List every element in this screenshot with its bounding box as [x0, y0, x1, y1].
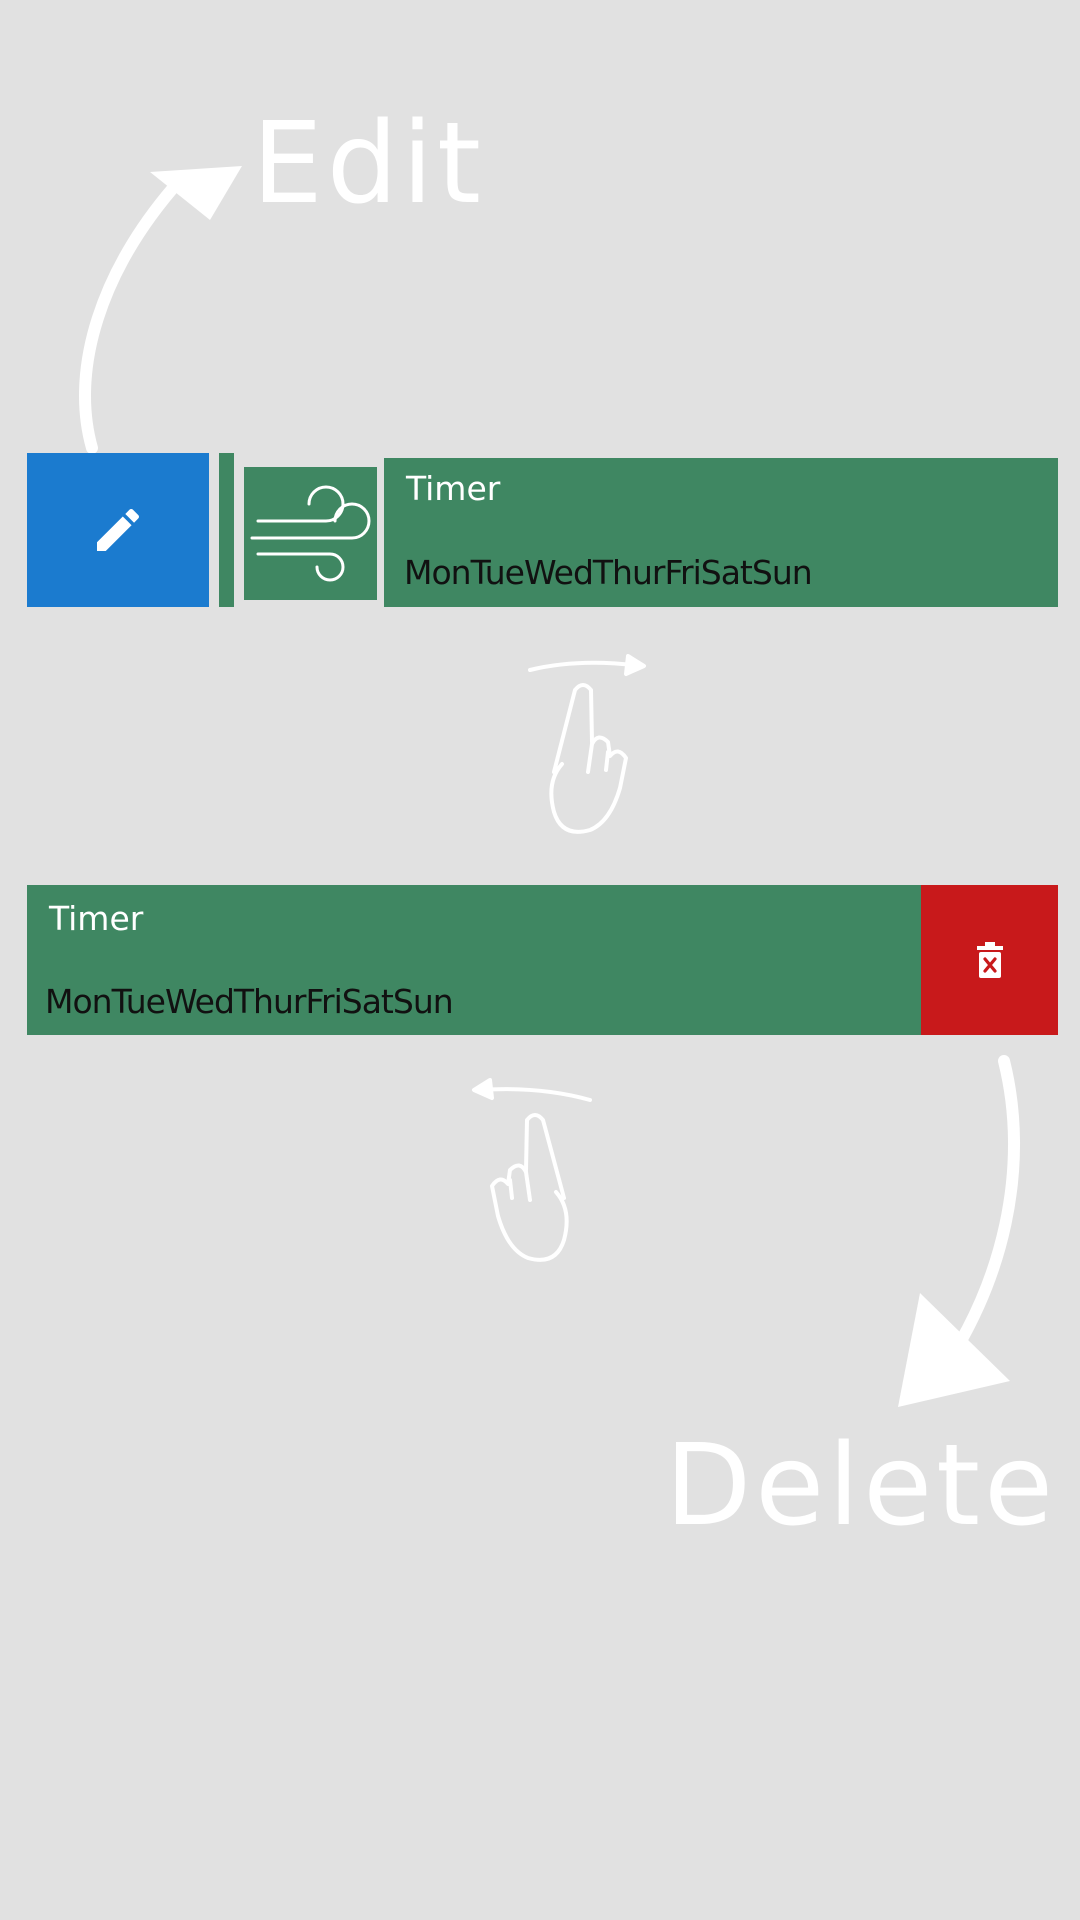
wind-icon [250, 485, 371, 582]
edit-hint-label: Edit [252, 99, 485, 229]
item-days: MonTueWedThurFriSatSun [404, 553, 813, 592]
curved-arrow-down-icon [898, 1055, 1021, 1407]
item-title: Timer [406, 469, 501, 508]
delete-button[interactable] [921, 885, 1058, 1035]
edit-button[interactable] [27, 453, 209, 607]
delete-hint-label: Delete [665, 1421, 1057, 1551]
list-item-timer-swiped-left[interactable]: Timer MonTueWedThurFriSatSun [27, 885, 921, 1035]
curved-arrow-up-icon [79, 166, 242, 454]
item-days: MonTueWedThurFriSatSun [45, 982, 454, 1021]
swipe-edge-indicator [219, 453, 234, 607]
swipe-left-gesture-icon [472, 1078, 592, 1262]
item-title: Timer [49, 899, 144, 938]
list-item-timer-swiped-right[interactable]: Timer MonTueWedThurFriSatSun [384, 458, 1058, 607]
item-icon-tile [244, 467, 377, 600]
pencil-icon [97, 508, 140, 551]
swipe-right-gesture-icon [528, 654, 646, 834]
trash-x-icon [976, 942, 1003, 978]
